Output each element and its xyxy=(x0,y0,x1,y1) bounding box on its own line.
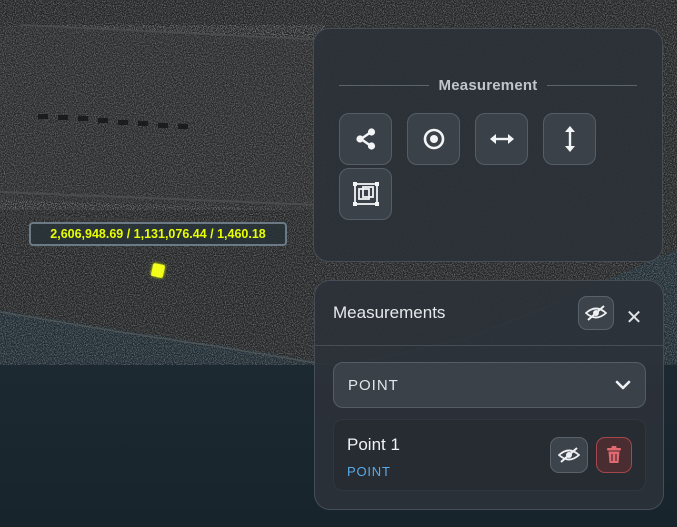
toggle-visibility-button[interactable] xyxy=(550,437,588,473)
vertical-measure-button[interactable] xyxy=(543,113,596,165)
point-tool-button[interactable] xyxy=(407,113,460,165)
measurements-panel: Measurements ✕ POINT Point 1 POINT xyxy=(314,280,664,510)
measurement-tools-panel: Measurement xyxy=(313,28,663,262)
horizontal-arrow-icon xyxy=(489,134,514,144)
measurement-type-select[interactable]: POINT xyxy=(333,362,646,408)
trash-icon xyxy=(607,446,621,463)
measurements-title: Measurements xyxy=(333,303,446,322)
distance-tool-button[interactable] xyxy=(339,113,392,165)
measurement-type-value: POINT xyxy=(348,376,399,394)
area-tool-button[interactable] xyxy=(339,168,392,220)
measurement-name: Point 1 xyxy=(347,435,400,454)
horizontal-measure-button[interactable] xyxy=(475,113,528,165)
vertical-arrow-icon xyxy=(564,126,575,152)
measurement-tools-title: Measurement xyxy=(438,76,538,94)
measurement-tools-heading: Measurement xyxy=(339,74,637,96)
chevron-down-icon xyxy=(615,380,631,390)
eye-slash-icon xyxy=(558,447,580,463)
close-icon[interactable]: ✕ xyxy=(620,303,648,331)
target-point-icon xyxy=(423,128,444,150)
share-nodes-icon xyxy=(355,128,375,150)
delete-measurement-button[interactable] xyxy=(596,437,632,473)
panel-divider xyxy=(315,345,663,346)
heading-divider-left xyxy=(339,84,429,86)
measurement-type-label: POINT xyxy=(347,464,391,479)
toggle-all-visibility-button[interactable] xyxy=(578,296,614,330)
coordinate-label: 2,606,948.69 / 1,131,076.44 / 1,460.18 xyxy=(29,222,287,246)
eye-slash-icon xyxy=(585,305,607,321)
area-frame-icon xyxy=(352,182,379,206)
heading-divider-right xyxy=(547,84,637,86)
measurement-list-item[interactable]: Point 1 POINT xyxy=(333,419,646,491)
